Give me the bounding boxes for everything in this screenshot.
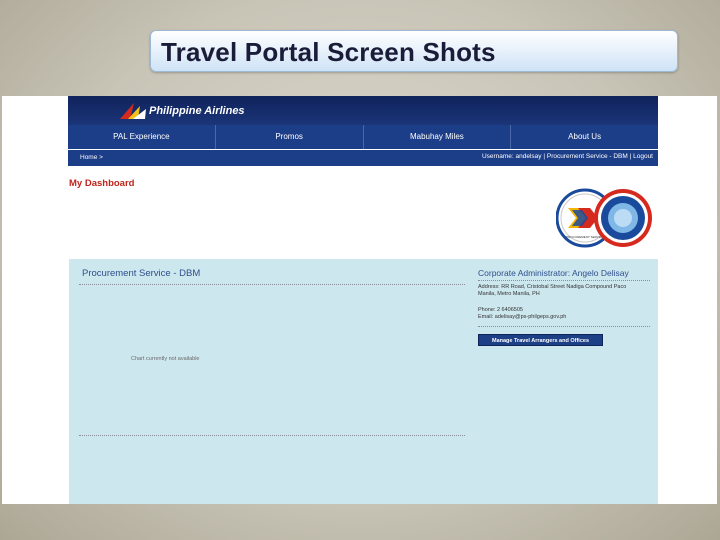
service-link[interactable]: Procurement Service - DBM xyxy=(547,153,628,160)
admin-address-line-1: Address: RR Road, Cristobal Street Nadig… xyxy=(478,284,627,290)
slide-title: Travel Portal Screen Shots xyxy=(161,37,496,67)
dashboard-panel: Procurement Service - DBM Chart currentl… xyxy=(69,259,658,504)
nav-item-mabuhay-miles[interactable]: Mabuhay Miles xyxy=(362,125,511,149)
divider-left-top xyxy=(79,284,465,285)
divider-right-bottom xyxy=(478,326,650,327)
nav-item-about-us[interactable]: About Us xyxy=(510,125,658,149)
screenshot-area: Philippine Airlines PAL Experience Promo… xyxy=(2,96,717,504)
agency-seals: PROCUREMENT SERVICE xyxy=(556,188,652,248)
breadcrumb-home[interactable]: Home > xyxy=(80,154,103,161)
slide-title-box: Travel Portal Screen Shots xyxy=(150,30,678,72)
admin-title: Corporate Administrator: Angelo Delisay xyxy=(478,268,629,278)
main-nav: PAL Experience Promos Mabuhay Miles Abou… xyxy=(68,125,658,149)
admin-phone: Phone: 2 6406505 xyxy=(478,307,523,313)
admin-address-line-2: Manila, Metro Manila, PH xyxy=(478,291,540,297)
user-info: Username: andelsay | Procurement Service… xyxy=(482,153,653,160)
agency-name: Procurement Service - DBM xyxy=(82,268,201,279)
header-banner: Philippine Airlines xyxy=(68,96,658,125)
government-seal-icon xyxy=(594,189,652,247)
sub-bar: Home > Username: andelsay | Procurement … xyxy=(68,150,658,166)
nav-item-promos[interactable]: Promos xyxy=(214,125,363,149)
chart-unavailable-message: Chart currently not available xyxy=(131,356,200,362)
logout-link[interactable]: Logout xyxy=(633,153,653,160)
nav-item-pal-experience[interactable]: PAL Experience xyxy=(68,125,215,149)
divider-right-top xyxy=(478,280,650,281)
manage-travel-arrangers-button[interactable]: Manage Travel Arrangers and Offices xyxy=(478,334,603,346)
airline-logo-icon xyxy=(120,103,146,119)
seal-label: PROCUREMENT SERVICE xyxy=(566,235,603,239)
dashboard-title: My Dashboard xyxy=(69,178,135,189)
airline-logo-text: Philippine Airlines xyxy=(149,105,245,117)
travel-portal-page: Philippine Airlines PAL Experience Promo… xyxy=(68,96,658,504)
username-text: Username: andelsay xyxy=(481,153,542,160)
admin-email[interactable]: Email: adelisay@ps-philgeps.gov.ph xyxy=(478,314,566,321)
divider-left-bottom xyxy=(79,435,465,436)
